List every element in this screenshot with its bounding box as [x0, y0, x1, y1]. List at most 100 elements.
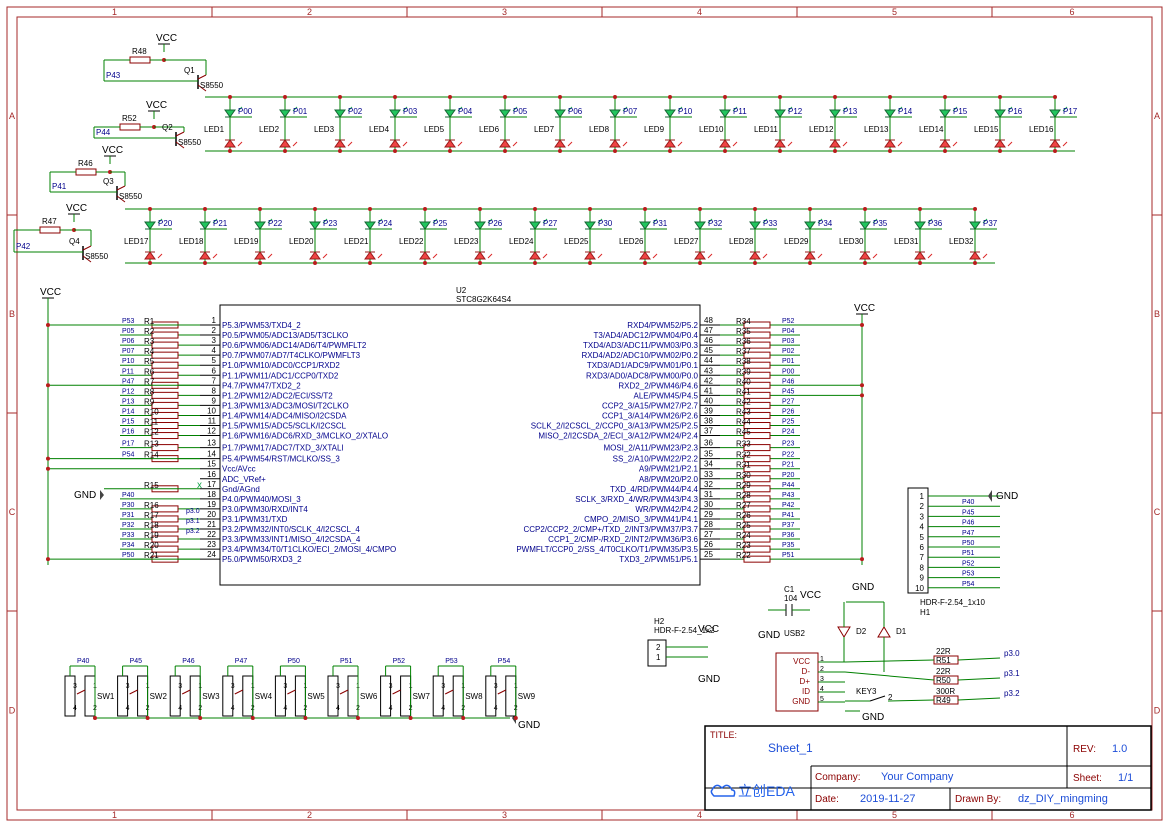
h2-pin: 2	[656, 643, 661, 652]
mcu-pin-number: 9	[212, 396, 217, 405]
switch-net: P52	[393, 658, 406, 665]
led-dot	[228, 149, 232, 153]
mcu-resistor-ref: R33	[736, 440, 751, 449]
mcu-resistor	[151, 371, 179, 379]
mcu-pin-name: MISO_2/I2CSDA_2/ECI_3/A12/PWM24/P2.4	[538, 432, 698, 441]
led-dot	[863, 261, 867, 265]
mcu-pin-name: P1.7/PWM17/ADC7/TXD_3/XTALI	[222, 444, 344, 453]
mcu-net: P46	[782, 378, 795, 385]
driver-resistor	[39, 226, 61, 234]
mcu-pin-number: 22	[207, 530, 216, 539]
mcu-resistor-ref: R41	[736, 387, 751, 396]
switch-dot	[461, 716, 466, 720]
led-dot	[643, 207, 647, 211]
h1-pin-number: 9	[920, 574, 925, 583]
green-led	[664, 109, 676, 118]
mcu-resistor-ref: R11	[144, 418, 159, 427]
tb-rev-label: REV:	[1073, 744, 1096, 755]
tb-company-label: Company:	[815, 772, 861, 783]
transistor-model: S8550	[178, 138, 202, 147]
mcu-pin-number: 41	[704, 386, 713, 395]
mcu-pin-name: RXD3/AD0/ADC8/PWM00/P0.0	[586, 371, 699, 380]
led-net: P03	[403, 107, 418, 116]
mcu-pin-number: 24	[207, 550, 216, 559]
usb-resistor-val: 300R	[936, 687, 955, 696]
light-arrow	[762, 253, 768, 259]
mcu-pin-name: MOSI_2/A11/PWM23/P2.3	[603, 444, 698, 453]
led-ref: LED27	[674, 237, 699, 246]
light-arrow	[292, 141, 298, 147]
mcu-resistor-ref: R26	[736, 511, 751, 520]
switch-pin: 3	[283, 683, 287, 690]
red-led	[554, 139, 566, 148]
h1-net: P45	[962, 509, 975, 516]
d2-ref: D2	[856, 627, 867, 636]
green-led	[419, 221, 431, 230]
led-row-2: LED17 P20 LED18 P21 LED19 P22 LED20 P23 LED21 P24…	[124, 207, 998, 265]
mcu-pin-number: 43	[704, 366, 713, 375]
led-dot	[228, 95, 232, 99]
resistor-ref: R47	[42, 217, 57, 226]
led-ref: LED8	[589, 125, 610, 134]
led-dot	[613, 95, 617, 99]
junction-dot	[46, 383, 50, 388]
mcu-net: P14	[122, 408, 135, 415]
junction-dot	[860, 557, 864, 562]
switch-dot	[513, 716, 518, 720]
mcu-net: P42	[782, 502, 795, 509]
usb-net: p3.0	[1004, 649, 1020, 658]
led-dot	[338, 95, 342, 99]
red-led	[609, 139, 621, 148]
mcu-net: P10	[122, 358, 135, 365]
h1-net: P46	[962, 520, 975, 527]
c1-ref: C1	[784, 585, 795, 594]
transistor-emitter	[82, 245, 92, 251]
mcu-pin-name: ALE/PWM45/P4.5	[634, 391, 699, 400]
junction-dot	[46, 466, 50, 471]
light-arrow	[487, 253, 493, 259]
key-gnd: GND	[862, 712, 884, 723]
led-dot	[258, 207, 262, 211]
led-ref: LED16	[1029, 125, 1054, 134]
light-arrow	[377, 253, 383, 259]
green-led	[224, 109, 236, 118]
mcu-net: P54	[122, 452, 135, 459]
vcc-label: VCC	[102, 145, 123, 156]
usb-pin-name: GND	[792, 697, 810, 706]
mcu-pin-name: RXD4/AD2/ADC10/PWM02/P0.2	[582, 351, 699, 360]
vcc-label: VCC	[854, 303, 875, 314]
vcc-label: VCC	[146, 100, 167, 111]
switch-ref: SW3	[202, 692, 220, 701]
switch-ref: SW4	[255, 692, 273, 701]
led-dot	[368, 261, 372, 265]
mcu-pin-number: 15	[207, 460, 216, 469]
transistor-drivers: R48 VCC P43 Q1 S8550 R52 VCC P44 Q2 S8550 R46 VCC P4…	[13, 33, 224, 263]
switch-gnd: GND	[518, 720, 540, 731]
mcu-pin-name: P1.6/PWM16/ADC6/RXD_3/MCLKO_2/XTALO	[222, 432, 388, 441]
h2-ref: H2	[654, 617, 665, 626]
mcu-pin-name: P3.2/PWM32/INT0/SCLK_4/I2CSCL_4	[222, 525, 360, 534]
led-dot	[148, 207, 152, 211]
h1-pin-number: 8	[920, 563, 925, 572]
mcu-pin-number: 17	[207, 480, 216, 489]
red-led	[774, 139, 786, 148]
mcu-resistor-ref: R31	[736, 461, 751, 470]
red-led	[719, 139, 731, 148]
transistor-ref: Q1	[184, 66, 195, 75]
driver-resistor	[129, 56, 151, 64]
led-net: P37	[983, 219, 998, 228]
mcu-pin-name: Vcc/AVcc	[222, 465, 256, 474]
mcu-resistor-ref: R20	[144, 541, 159, 550]
led-dot	[503, 149, 507, 153]
switch-pin: 3	[231, 683, 235, 690]
led-dot	[973, 207, 977, 211]
mcu-net: P04	[782, 328, 795, 335]
led-dot	[393, 149, 397, 153]
led-ref: LED5	[424, 125, 445, 134]
red-led	[859, 251, 871, 260]
mcu-pin-number: 20	[207, 510, 216, 519]
col-label-bottom: 4	[697, 810, 702, 820]
mcu-resistor-ref: R3	[144, 337, 155, 346]
switch-pin: 3	[494, 683, 498, 690]
led-ref: LED20	[289, 237, 314, 246]
